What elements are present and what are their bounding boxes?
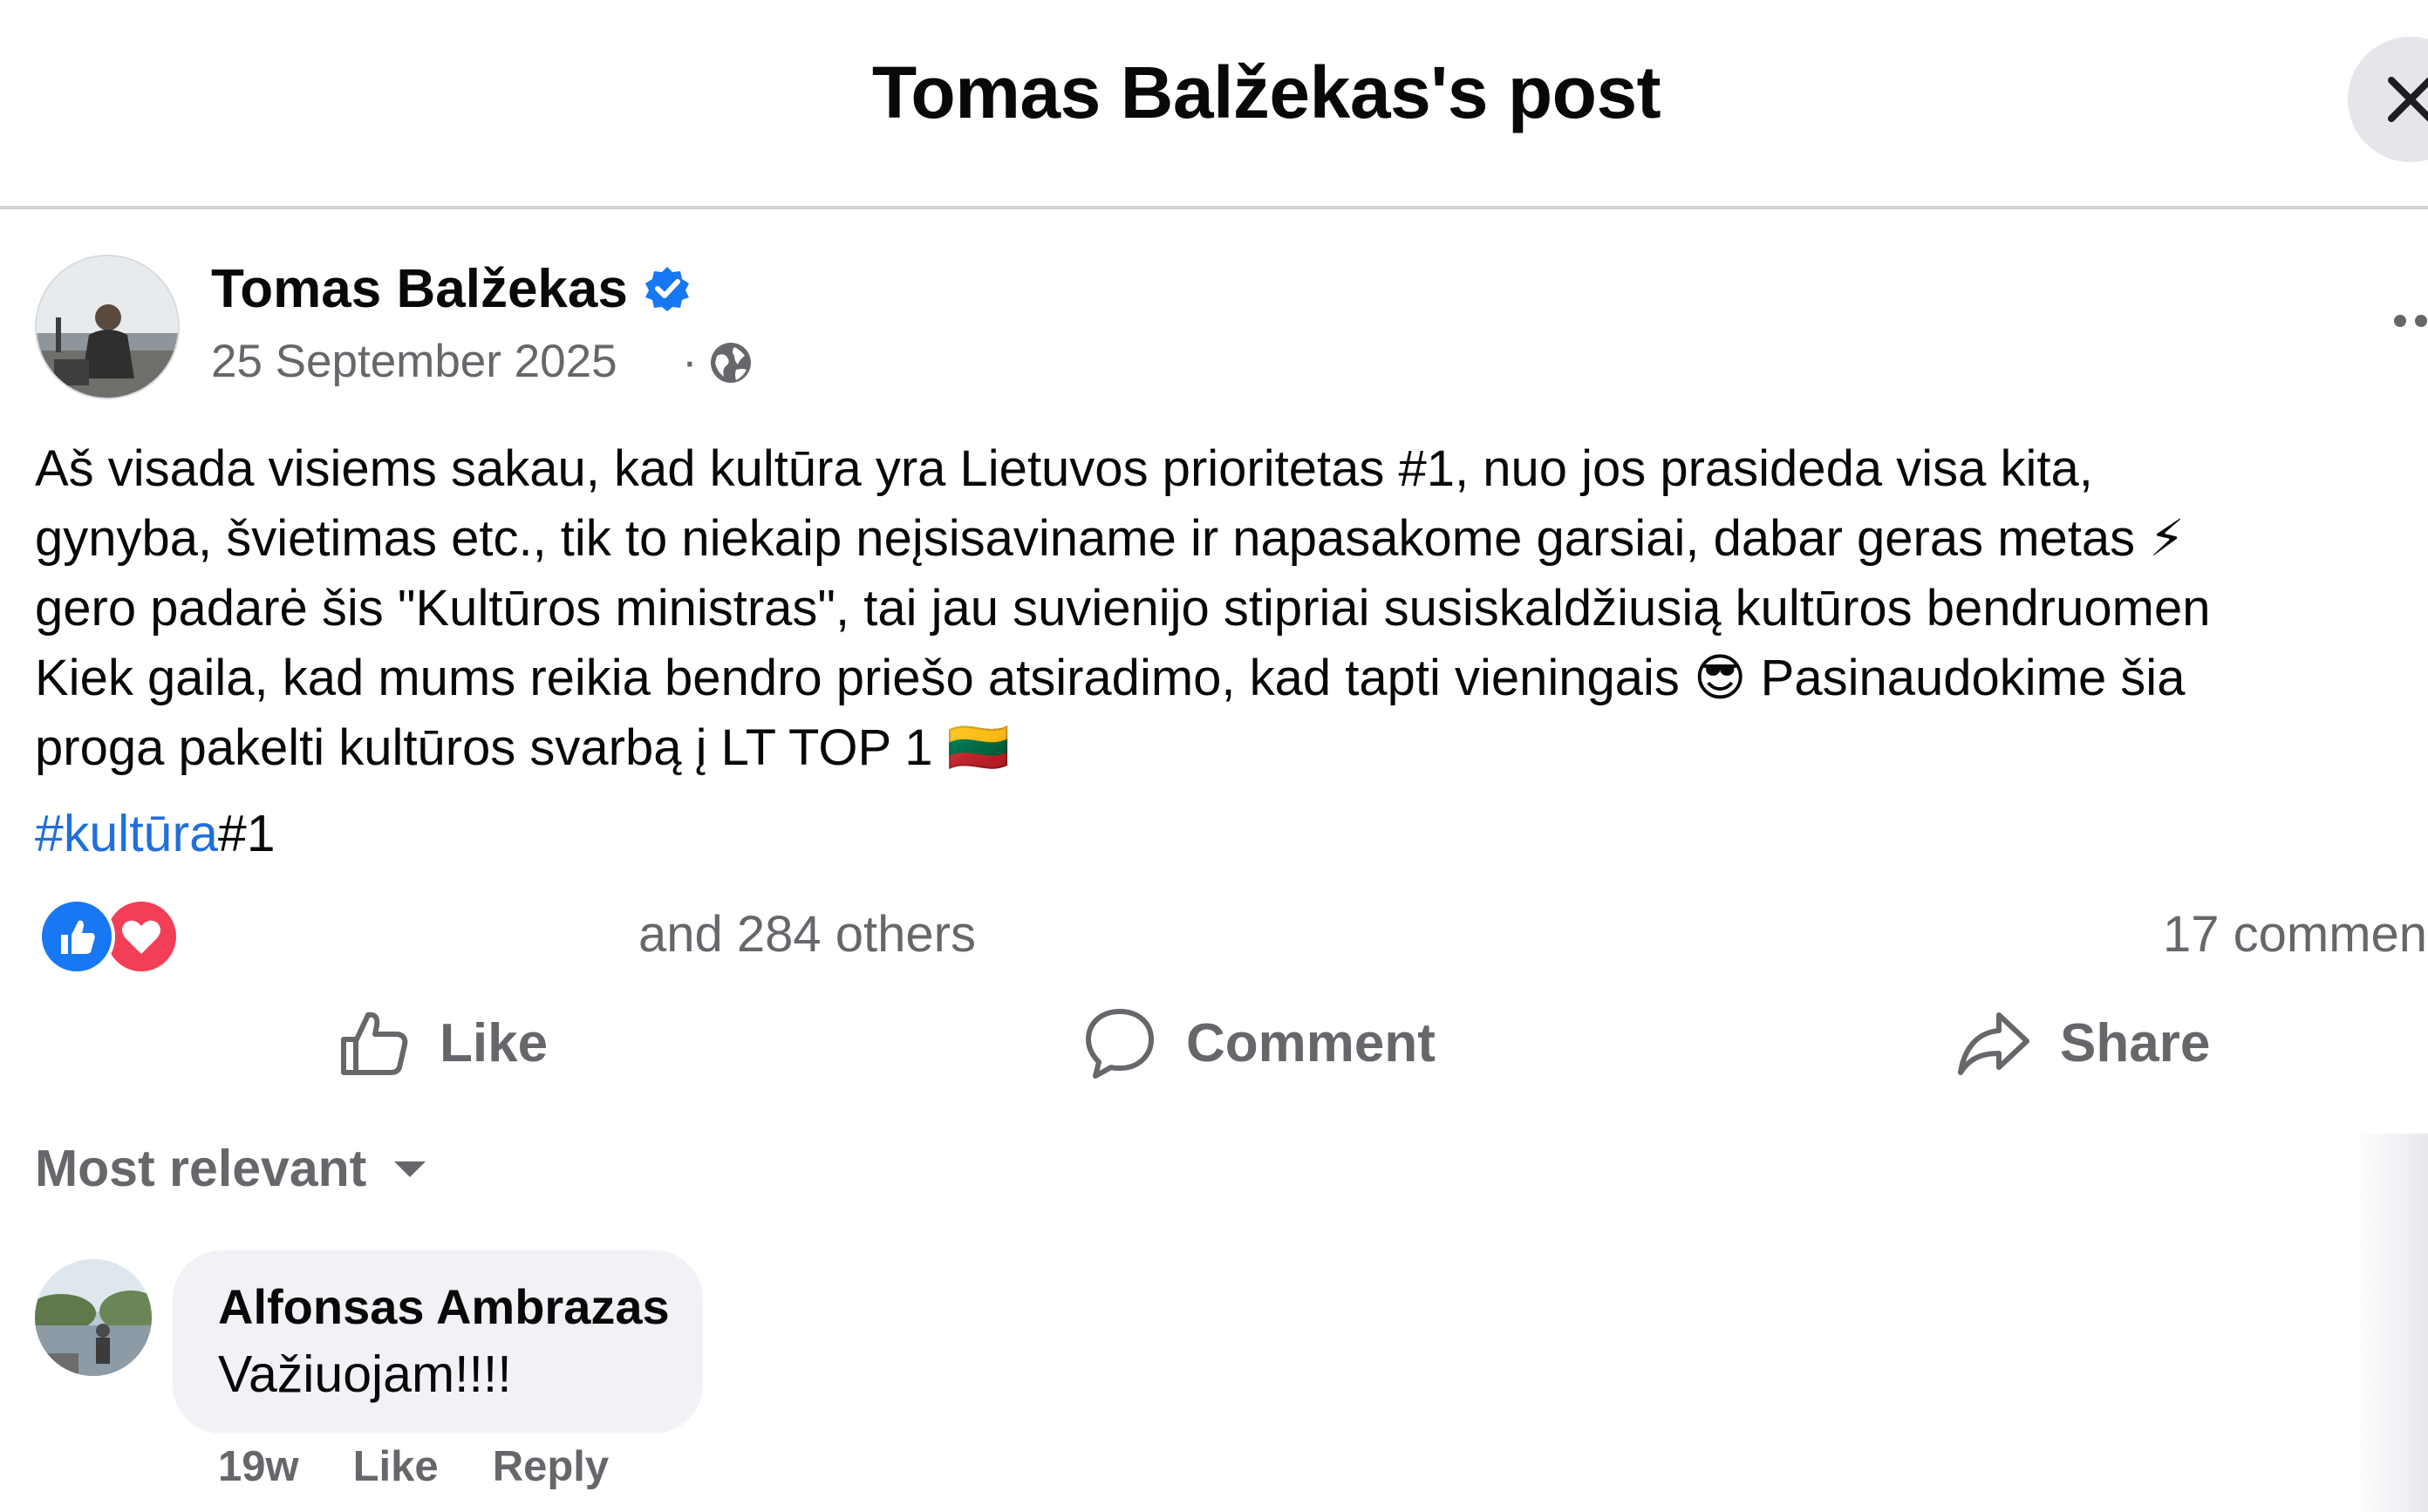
- like-button[interactable]: Like: [337, 1006, 548, 1080]
- verified-badge-icon: [644, 265, 691, 317]
- share-icon: [1958, 1012, 2029, 1075]
- comment-time[interactable]: 19w: [218, 1442, 299, 1491]
- post-text-line: Aš visada visiems sakau, kad kultūra yra…: [35, 440, 2093, 497]
- hashtag-link[interactable]: #kultūra: [35, 805, 218, 862]
- comment-label: Comment: [1186, 1012, 1436, 1073]
- close-icon: [2388, 77, 2428, 122]
- comments-count[interactable]: 17 commen: [2163, 905, 2427, 964]
- page-title: Tomas Balžekas's post: [871, 51, 1661, 133]
- sort-dropdown[interactable]: Most relevant: [35, 1139, 427, 1198]
- post-text-line: Kiek gaila, kad mums reikia bendro prieš…: [35, 650, 2186, 706]
- caret-down-icon: [394, 1161, 426, 1177]
- comment-button[interactable]: Comment: [1083, 1006, 1436, 1080]
- hashtag-line: #kultūra#1: [35, 804, 276, 863]
- date-separator: ·: [682, 336, 698, 387]
- comment-icon: [1086, 1009, 1154, 1079]
- post-text-line: gero padarė šis "Kultūros ministras", ta…: [35, 580, 2211, 637]
- author-avatar[interactable]: [35, 255, 180, 399]
- comment-reply-button[interactable]: Reply: [493, 1442, 609, 1491]
- post-text-line: proga pakelti kultūros svarbą į LT TOP 1…: [35, 719, 1010, 776]
- commenter-name[interactable]: Alfonsas Ambrazas: [218, 1278, 670, 1335]
- reactions-count[interactable]: and 284 others: [638, 905, 976, 964]
- share-button[interactable]: Share: [1957, 1006, 2210, 1080]
- hashtag-suffix: #1: [217, 805, 276, 862]
- like-reaction-icon[interactable]: [38, 898, 115, 975]
- post-text-line: gynyba, švietimas etc., tik to niekaip n…: [35, 510, 2185, 567]
- post-date[interactable]: 25 September 2025: [211, 335, 617, 388]
- commenter-avatar[interactable]: [35, 1259, 152, 1376]
- sort-label: Most relevant: [35, 1140, 367, 1197]
- comment-text: Važiuojam!!!!: [218, 1345, 512, 1403]
- header-divider: [0, 206, 2428, 209]
- author-name[interactable]: Tomas Balžekas: [211, 258, 628, 320]
- comment-meta: 19w Like Reply: [218, 1442, 609, 1491]
- globe-icon: [708, 340, 754, 390]
- scroll-edge-shadow: [2355, 1134, 2428, 1512]
- more-icon[interactable]: [2393, 312, 2428, 334]
- share-label: Share: [2060, 1012, 2211, 1073]
- like-label: Like: [440, 1012, 549, 1073]
- comment-like-button[interactable]: Like: [353, 1442, 439, 1491]
- thumbs-up-icon: [341, 1011, 408, 1075]
- post-text: Aš visada visiems sakau, kad kultūra yra…: [35, 434, 2428, 783]
